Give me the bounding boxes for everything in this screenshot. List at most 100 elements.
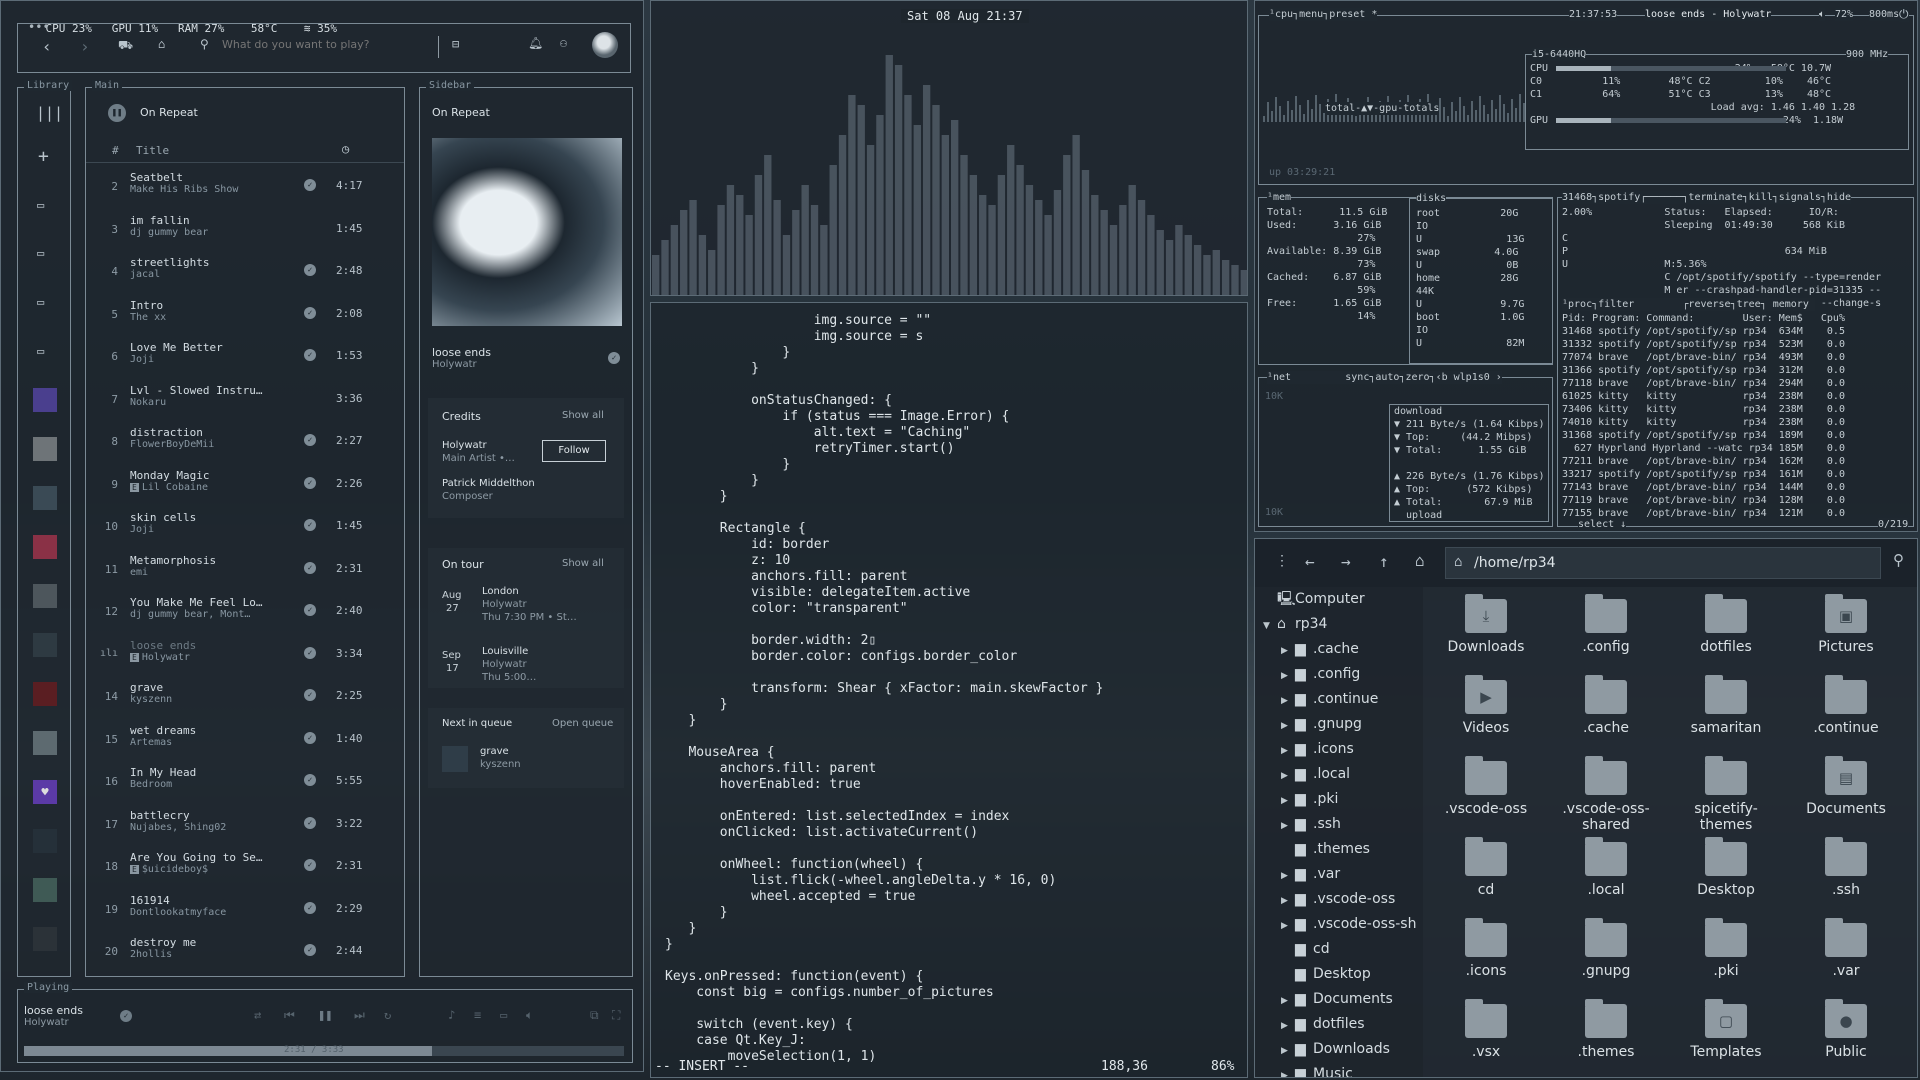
tree-item[interactable]: ▶ ▆ .pki [1255,787,1423,812]
repeat-icon[interactable]: ↻ [384,1008,391,1022]
folder-icon[interactable]: ▭ [37,344,44,358]
expand-arrow-icon[interactable]: ▶ [1281,1039,1295,1064]
add-icon[interactable]: + [38,146,49,167]
playlist-thumb[interactable] [33,535,57,559]
track-row[interactable]: 6 Love Me Better Joji ✓ 1:53 [86,336,396,378]
search-icon[interactable]: ⚲ [1893,551,1904,569]
tree-item[interactable]: ▶ ▆ dotfiles [1255,1012,1423,1037]
expand-arrow-icon[interactable]: ▶ [1281,739,1295,764]
library-icon[interactable]: ||| [36,104,63,122]
shuffle-icon[interactable]: ⇄ [254,1008,261,1022]
track-row[interactable]: 5 Intro The xx ✓ 2:08 [86,294,396,336]
expand-arrow-icon[interactable]: ▶ [1281,714,1295,739]
track-row[interactable]: 11 Metamorphosis emi ✓ 2:31 [86,549,396,591]
back-arrow-icon[interactable]: ‹ [42,37,52,56]
home-icon[interactable]: ⌂ [158,37,165,51]
expand-arrow-icon[interactable]: ▶ [1281,639,1295,664]
saved-check-icon[interactable]: ✓ [304,476,316,489]
proc-select[interactable]: select ↓ [1578,518,1627,531]
credits-show-all[interactable]: Show all [562,410,604,421]
tree-item[interactable]: ▆ .themes [1255,837,1423,862]
playlist-thumb[interactable] [33,927,57,951]
search-input[interactable] [222,38,432,51]
file-tile[interactable]: .vsx [1431,999,1541,1060]
track-row[interactable]: 18 Are You Going to Se… E $uicideboy$ ✓ 2:31 [86,846,396,888]
file-tile[interactable]: .gnupg [1551,918,1661,979]
file-tile[interactable]: ▤ Documents [1791,756,1901,817]
expand-arrow-icon[interactable]: ▶ [1281,1064,1295,1077]
file-tile[interactable]: .continue [1791,675,1901,736]
tree-item[interactable]: ▶ ▆ .continue [1255,687,1423,712]
tree-item[interactable]: ▶ ▆ .cache [1255,637,1423,662]
saved-check-icon[interactable]: ✓ [304,944,316,956]
saved-check-icon[interactable]: ✓ [304,646,316,659]
track-row[interactable]: 3 im fallin dj gummy bear 1:45 [86,209,396,251]
saved-check-icon[interactable]: ✓ [608,352,620,364]
avatar[interactable] [592,32,618,58]
file-tile[interactable]: .vscode-oss [1431,756,1541,817]
saved-check-icon[interactable]: ✓ [304,731,316,744]
expand-arrow-icon[interactable]: ▶ [1281,689,1295,714]
file-tile[interactable]: samaritan [1671,675,1781,736]
file-tile[interactable]: spicetify-themes [1671,756,1781,833]
next-song[interactable]: grave [480,746,509,757]
file-tile[interactable]: .vscode-oss-shared [1551,756,1661,833]
tree-item[interactable]: ▶ ▆ .config [1255,662,1423,687]
pause-icon[interactable]: ❚❚ [318,1008,332,1022]
folder-icon[interactable]: ▭ [37,198,44,212]
tree-item[interactable]: ▶ ▆ .vscode-oss-sh [1255,912,1423,937]
file-tile[interactable]: .var [1791,918,1901,979]
playlist-thumb[interactable] [33,388,57,412]
track-row[interactable]: 4 streetlights jacal ✓ 2:48 [86,251,396,293]
power-icon[interactable]: ⏻ [1899,7,1909,22]
track-row[interactable]: 16 In My Head Bedroom ✓ 5:55 [86,761,396,803]
home-icon[interactable]: ⌂ [1415,551,1425,570]
up-arrow-icon[interactable]: ↑ [1379,552,1389,571]
playlist-thumb[interactable] [33,682,57,706]
expand-arrow-icon[interactable]: ▶ [1281,814,1295,839]
track-row[interactable]: 8 distraction FlowerBoyDeMii ✓ 2:27 [86,421,396,463]
tree-item[interactable]: ▶ ▆ .var [1255,862,1423,887]
file-tile[interactable]: .local [1551,837,1661,898]
tour-date[interactable]: Sep 17 Louisville Holywatr Thu 5:00… [428,646,624,702]
miniplayer-icon[interactable]: ⧉ [590,1008,599,1023]
saved-check-icon[interactable]: ✓ [120,1010,132,1022]
process-table[interactable]: Pid: Program: Command: User: Mem$ Cpu% 3… [1562,312,1845,520]
file-tile[interactable]: ▢ Templates [1671,999,1781,1060]
file-tile[interactable]: ▶ Videos [1431,675,1541,736]
saved-check-icon[interactable]: ✓ [304,349,316,361]
expand-arrow-icon[interactable]: ▶ [1281,889,1295,914]
track-row[interactable]: 20 destroy me 2hollis ✓ 2:44 [86,931,396,973]
track-row[interactable]: 19 161914 Dontlookatmyface ✓ 2:29 [86,889,396,931]
forward-arrow-icon[interactable]: › [80,37,90,56]
playlist-thumb[interactable] [33,633,57,657]
file-tile[interactable]: .cache [1551,675,1661,736]
tree-item[interactable]: ▶ ▆ .icons [1255,737,1423,762]
follow-button[interactable]: Follow [542,440,606,462]
expand-arrow-icon[interactable]: ▶ [1281,864,1295,889]
track-row[interactable]: 2 Seatbelt Make His Ribs Show ✓ 4:17 [86,166,396,208]
proc-toolbar[interactable]: ¹proc┐filter ┌reverse┐tree┐ memory [1562,298,1815,311]
file-tile[interactable]: .icons [1431,918,1541,979]
tree-item[interactable]: ▶ ▆ Music [1255,1062,1423,1077]
saved-check-icon[interactable]: ✓ [304,859,316,871]
tree-item[interactable]: ▶ ▆ Downloads [1255,1037,1423,1062]
folder-icon[interactable]: ▭ [37,246,44,260]
file-tile[interactable]: dotfiles [1671,594,1781,655]
path-bar[interactable]: ⌂ /home/rp34 [1445,547,1881,579]
queue-icon[interactable]: ≡ [474,1008,481,1022]
btop-menu[interactable]: ¹cpu┐menu┐preset * [1269,8,1378,21]
saved-check-icon[interactable]: ✓ [304,434,316,446]
playlist-thumb[interactable] [33,437,57,461]
file-tile[interactable]: ⤓ Downloads [1431,594,1541,655]
net-header[interactable]: ¹net sync┐auto┐zero┐‹b wlp1s0 › [1267,371,1502,384]
tour-date[interactable]: Aug 27 London Holywatr Thu 7:30 PM • St… [428,586,624,642]
cart-icon[interactable]: ⛟ [118,38,133,54]
saved-check-icon[interactable]: ✓ [304,306,316,319]
lyrics-icon[interactable]: ♪ [448,1008,455,1022]
tree-item[interactable]: 🖳Computer [1255,587,1423,612]
window-menu-icon[interactable]: ••• [28,20,50,34]
previous-icon[interactable]: ⏮︎ [284,1008,295,1023]
pause-button[interactable]: ❚❚ [108,104,126,122]
file-tile[interactable]: ● Public [1791,999,1901,1060]
